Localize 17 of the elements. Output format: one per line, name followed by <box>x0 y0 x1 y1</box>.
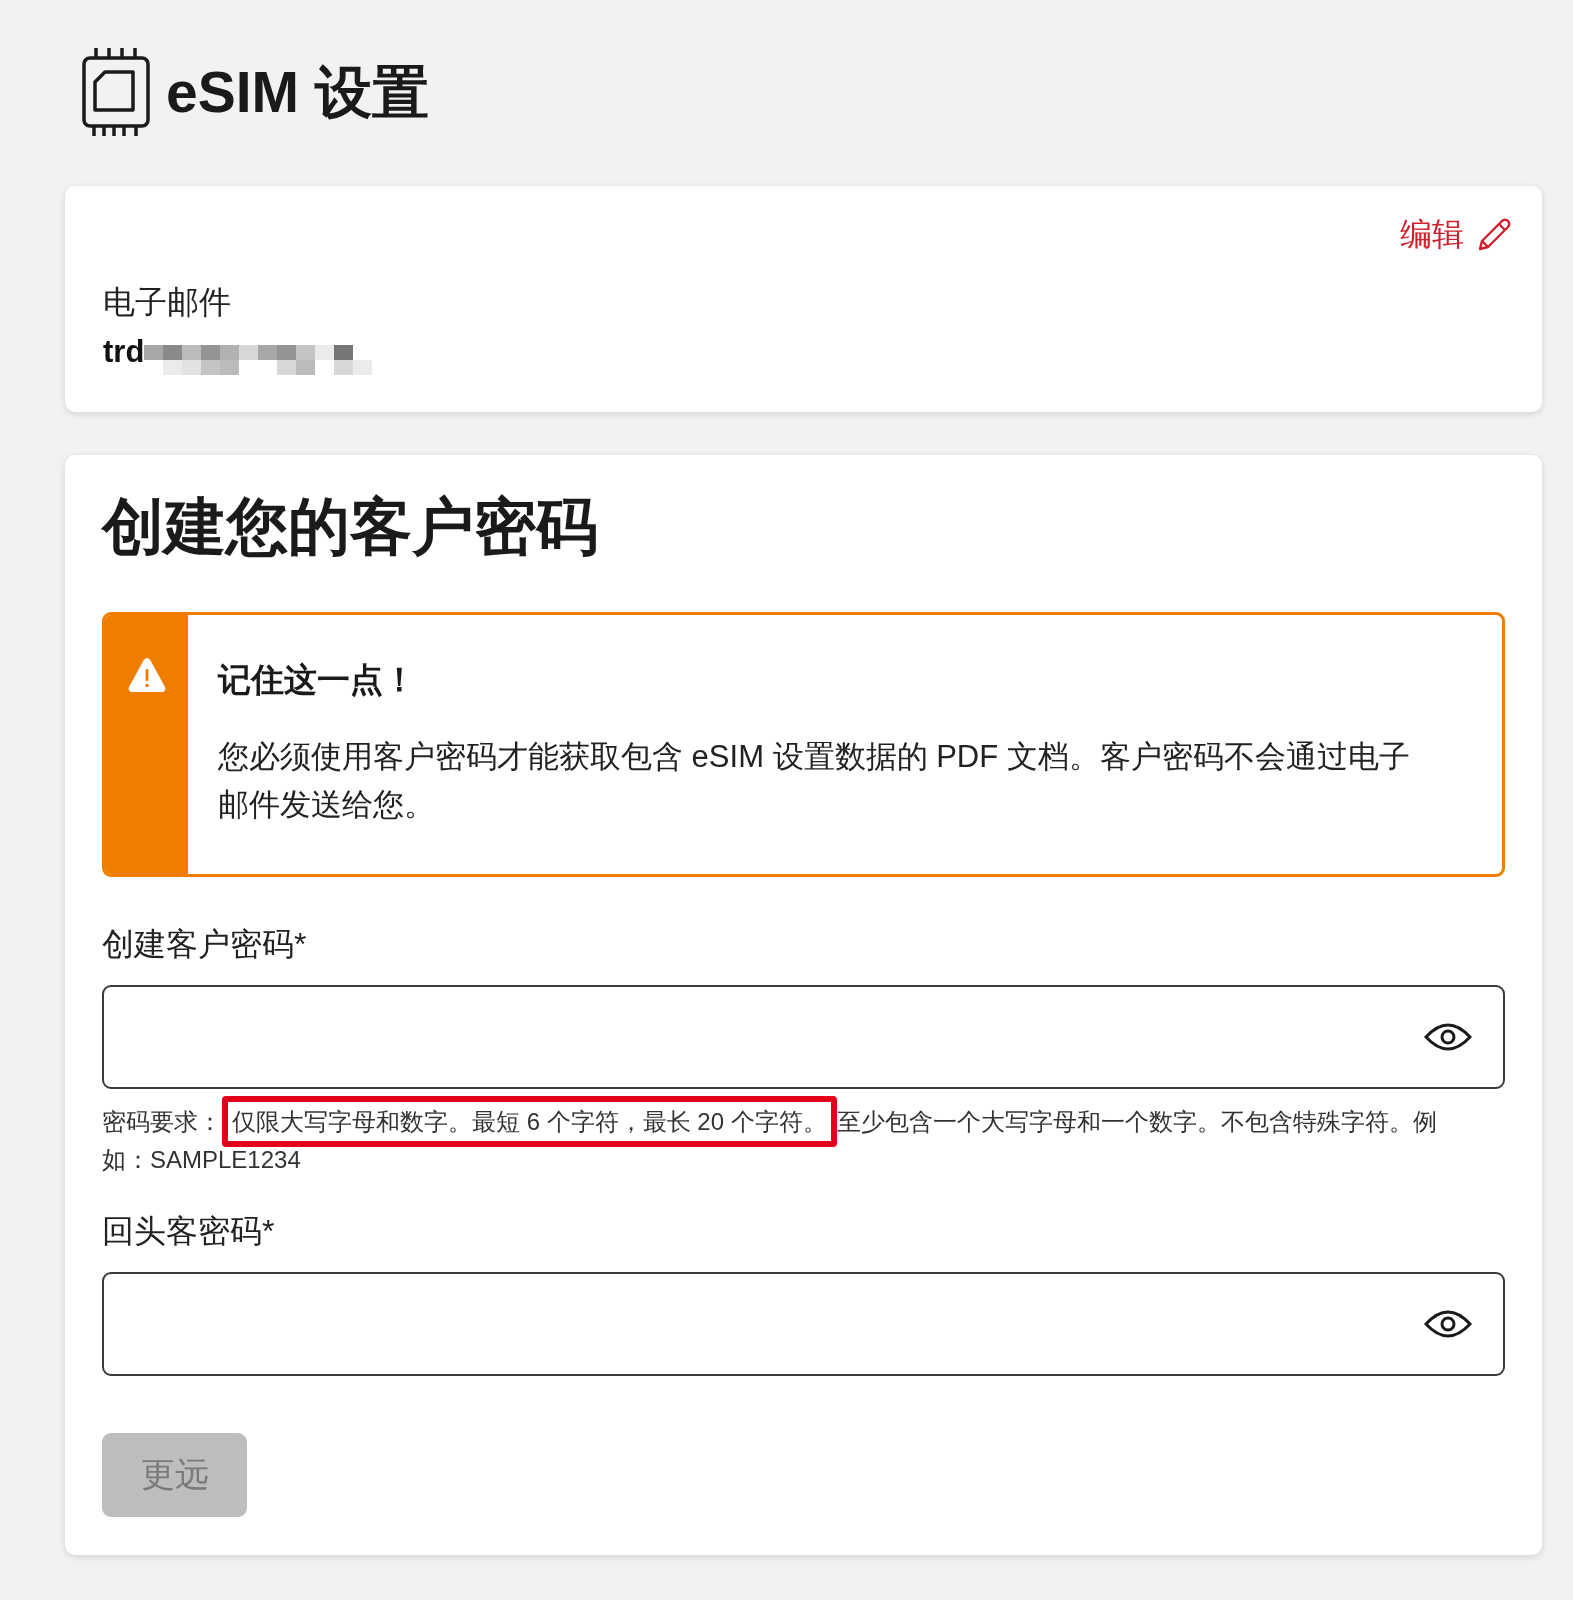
field-label: 回头客密码* <box>102 1212 276 1251</box>
sim-card-icon <box>82 48 150 136</box>
password-field[interactable] <box>102 1272 1505 1376</box>
password-hint-text: 密码要求： 仅限大写字母和数字。最短 6 个字符，最长 20 个字符。 至少包含一个大写字母和一个数字。不包含特殊字符。例如：SAMPLE1234 <box>102 1093 1447 1183</box>
edit-link[interactable]: 编辑 <box>1400 214 1512 254</box>
notice-text: 您必须使用客户密码才能获取包含 eSIM 设置数据的 PDF 文档。客户密码不会通过电子邮件发送给您。 <box>218 738 1411 824</box>
warning-icon <box>127 657 166 693</box>
email-label: 电子邮件 <box>103 283 232 322</box>
field-label: 创建客户密码* <box>102 925 308 964</box>
password-field[interactable] <box>102 985 1505 1089</box>
pencil-icon <box>1478 217 1512 251</box>
email-value: trd <box>103 333 145 371</box>
show-password-eye-icon[interactable] <box>1424 1308 1472 1340</box>
notice-title: 记住这一点！ <box>218 660 417 700</box>
section-heading: 创建您的客户密码 <box>102 491 599 563</box>
page-title: eSIM 设置 <box>166 59 429 126</box>
show-password-eye-icon[interactable] <box>1424 1021 1472 1053</box>
